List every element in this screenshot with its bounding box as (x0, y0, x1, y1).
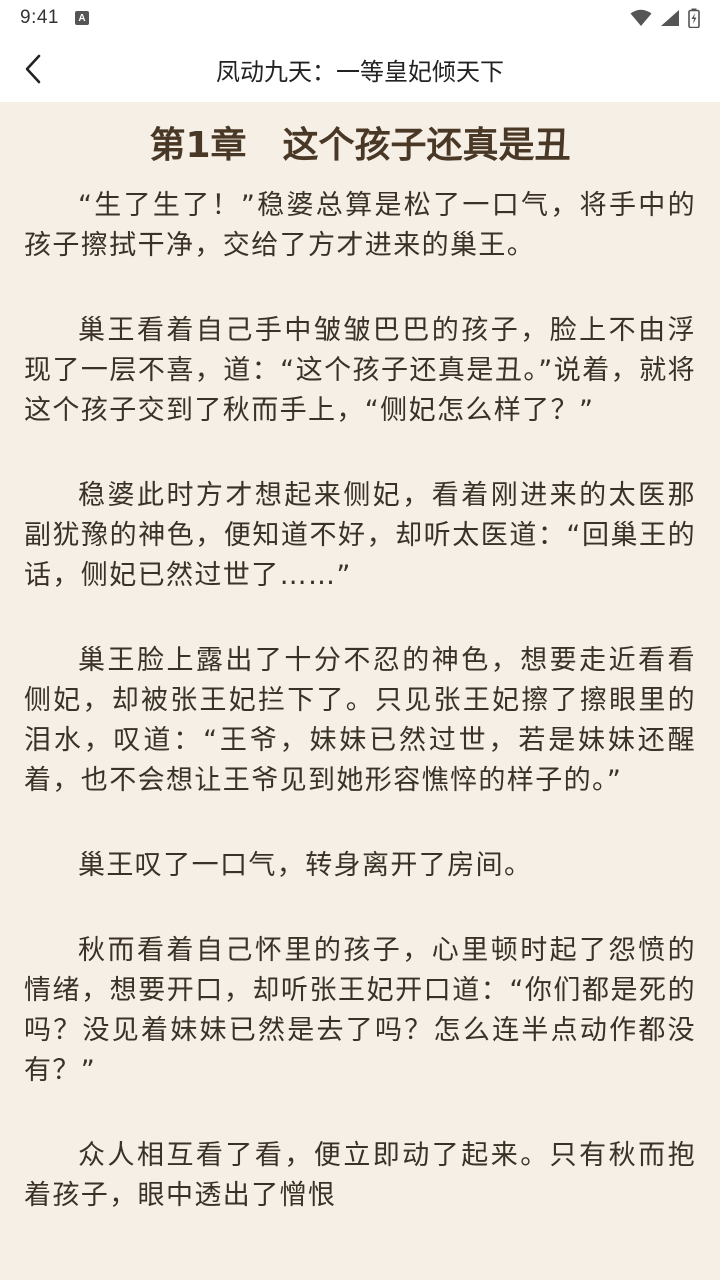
reader-header: 凤动九天：一等皇妃倾天下 (0, 36, 720, 102)
paragraph: 秋而看着自己怀里的孩子，心里顿时起了怨愤的情绪，想要开口，却听张王妃开口道：“你… (24, 935, 696, 1086)
book-title: 凤动九天：一等皇妃倾天下 (216, 57, 504, 86)
notification-icon: A (74, 11, 89, 25)
paragraph: 巢王看着自己手中皱皱巴巴的孩子，脸上不由浮现了一层不喜，道：“这个孩子还真是丑。… (24, 315, 696, 426)
back-button[interactable] (16, 49, 50, 89)
paragraph: 巢王叹了一口气，转身离开了房间。 (78, 850, 533, 881)
battery-icon (688, 8, 700, 28)
chapter-content[interactable]: 第1章 这个孩子还真是丑 “生了生了！”稳婆总算是松了一口气，将手中的孩子擦拭干… (0, 102, 720, 1280)
paragraph: 巢王脸上露出了十分不忍的神色，想要走近看看侧妃，却被张王妃拦下了。只见张王妃擦了… (24, 645, 696, 796)
paragraph: 稳婆此时方才想起来侧妃，看着刚进来的太医那副犹豫的神色，便知道不好，却听太医道：… (24, 480, 696, 591)
status-icons (630, 8, 700, 28)
status-time: 9:41 (20, 7, 59, 28)
status-bar: 9:41 A (0, 0, 720, 36)
chapter-title: 第1章 这个孩子还真是丑 (149, 125, 571, 166)
paragraph: 众人相互看了看，便立即动了起来。只有秋而抱着孩子，眼中透出了憎恨 (24, 1140, 696, 1211)
wifi-icon (630, 9, 652, 26)
paragraph: “生了生了！”稳婆总算是松了一口气，将手中的孩子擦拭干净，交给了方才进来的巢王。 (24, 190, 696, 261)
cell-signal-icon (661, 10, 679, 26)
chevron-left-icon (25, 54, 41, 84)
